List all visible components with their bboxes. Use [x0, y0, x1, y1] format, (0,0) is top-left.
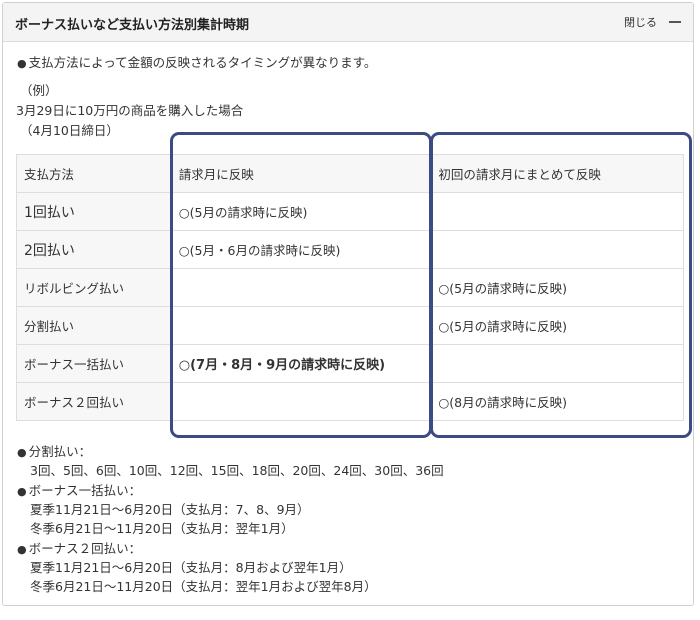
reflect-cell: ○(5月の請求時に反映)	[170, 192, 432, 231]
initial-cell: ○(8月の請求時に反映)	[430, 382, 684, 421]
initial-cell	[430, 344, 684, 383]
method-cell: 分割払い	[16, 306, 172, 345]
note-bonus-2kai-title: ボーナス２回払い：	[17, 538, 142, 557]
panel-header: ボーナス払いなど支払い方法別集計時期 閉じる	[3, 3, 693, 42]
table-row: ボーナス一括払い ○(7月・8月・9月の請求時に反映)	[16, 344, 684, 383]
header-initial: 初回の請求月にまとめて反映	[430, 154, 684, 193]
panel-title: ボーナス払いなど支払い方法別集計時期	[15, 18, 250, 33]
method-cell: ボーナス一括払い	[16, 344, 172, 383]
reflect-cell	[170, 268, 432, 307]
collapse-icon	[669, 21, 681, 23]
header-method: 支払方法	[16, 154, 172, 193]
payment-method-table: 支払方法 請求月に反映 初回の請求月にまとめて反映 1回払い ○(5月の請求時に…	[16, 154, 684, 421]
note-bonus-2kai-summer: 夏季11月21日〜6月20日（支払月：8月および翌年1月）	[30, 560, 352, 575]
note-bunkatsu-line: 3回、5回、6回、10回、12回、15回、18回、20回、24回、30回、36回	[30, 463, 444, 478]
method-cell: リボルビング払い	[16, 268, 172, 307]
method-label: 2回払い	[24, 242, 75, 259]
reflect-cell	[170, 306, 432, 345]
note-bonus-2kai-winter: 冬季6月21日〜11月20日（支払月：翌年1月および翌年8月）	[30, 579, 377, 594]
initial-cell: ○(5月の請求時に反映)	[430, 268, 684, 307]
initial-cell	[430, 192, 684, 231]
initial-cell	[430, 230, 684, 269]
close-button[interactable]: 閉じる	[624, 14, 681, 30]
table-row: 1回払い ○(5月の請求時に反映)	[16, 192, 684, 231]
note-bonus-ikkatsu-winter: 冬季6月21日〜11月20日（支払月：翌年1月）	[30, 521, 294, 536]
method-cell: 2回払い	[16, 230, 172, 269]
table-header-row: 支払方法 請求月に反映 初回の請求月にまとめて反映	[16, 154, 684, 193]
method-cell: 1回払い	[16, 192, 172, 231]
note-bunkatsu-title: 分割払い：	[17, 441, 92, 460]
method-label: 1回払い	[24, 204, 75, 221]
reflect-cell: ○(5月・6月の請求時に反映)	[170, 230, 432, 269]
initial-cell: ○(5月の請求時に反映)	[430, 306, 684, 345]
table-row: 分割払い ○(5月の請求時に反映)	[16, 306, 684, 345]
example-label: （例）	[20, 83, 58, 98]
intro-text: 支払方法によって金額の反映されるタイミングが異なります。	[17, 52, 377, 71]
note-bonus-ikkatsu-title: ボーナス一括払い：	[17, 480, 142, 499]
reflect-cell	[170, 382, 432, 421]
table-row: リボルビング払い ○(5月の請求時に反映)	[16, 268, 684, 307]
reflect-cell: ○(7月・8月・9月の請求時に反映)	[170, 344, 432, 383]
note-bonus-ikkatsu-summer: 夏季11月21日〜6月20日（支払月：7、8、9月）	[30, 502, 310, 517]
reflect-value: ○(7月・8月・9月の請求時に反映)	[178, 358, 386, 373]
example-line-1: 3月29日に10万円の商品を購入した場合	[16, 103, 244, 118]
table-row: ボーナス２回払い ○(8月の請求時に反映)	[16, 382, 684, 421]
example-line-2: （4月10日締日）	[20, 123, 119, 138]
close-label: 閉じる	[624, 16, 657, 29]
method-cell: ボーナス２回払い	[16, 382, 172, 421]
table-row: 2回払い ○(5月・6月の請求時に反映)	[16, 230, 684, 269]
header-reflect: 請求月に反映	[170, 154, 432, 193]
